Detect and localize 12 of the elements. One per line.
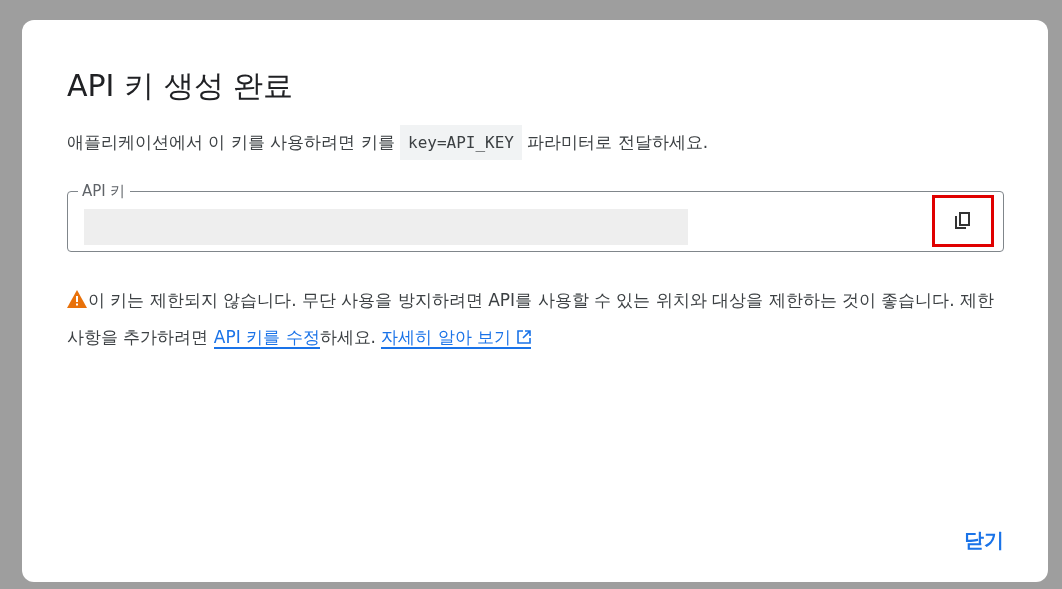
api-key-field[interactable]: API 키: [67, 181, 1004, 252]
copy-icon: [955, 212, 971, 230]
link[interactable]: 자세히 알아 보기: [381, 327, 532, 349]
dialog-title: API 키 생성 완료: [67, 67, 295, 105]
external-link-icon: [517, 330, 532, 344]
copy-button[interactable]: [932, 195, 994, 247]
description-text: 애플리케이션에서 이 키를 사용하려면 키를 key=API_KEY 파라미터로 전달하세요.: [67, 124, 1004, 161]
link[interactable]: API 키를 수정: [213, 327, 320, 349]
field-label: API 키: [81, 181, 127, 201]
warning-icon: [67, 290, 87, 308]
close-button[interactable]: 닫기: [964, 519, 1004, 562]
warning-text: 이 키는 제한되지 않습니다. 무단 사용을 방지하려면 API를 사용할 수 있는 위치와 대상을 제한하는 것이 좋습니다. 제한사항을 추가하려면 API 키를 수정하세요. 자세히 알아 보기: [67, 289, 996, 351]
